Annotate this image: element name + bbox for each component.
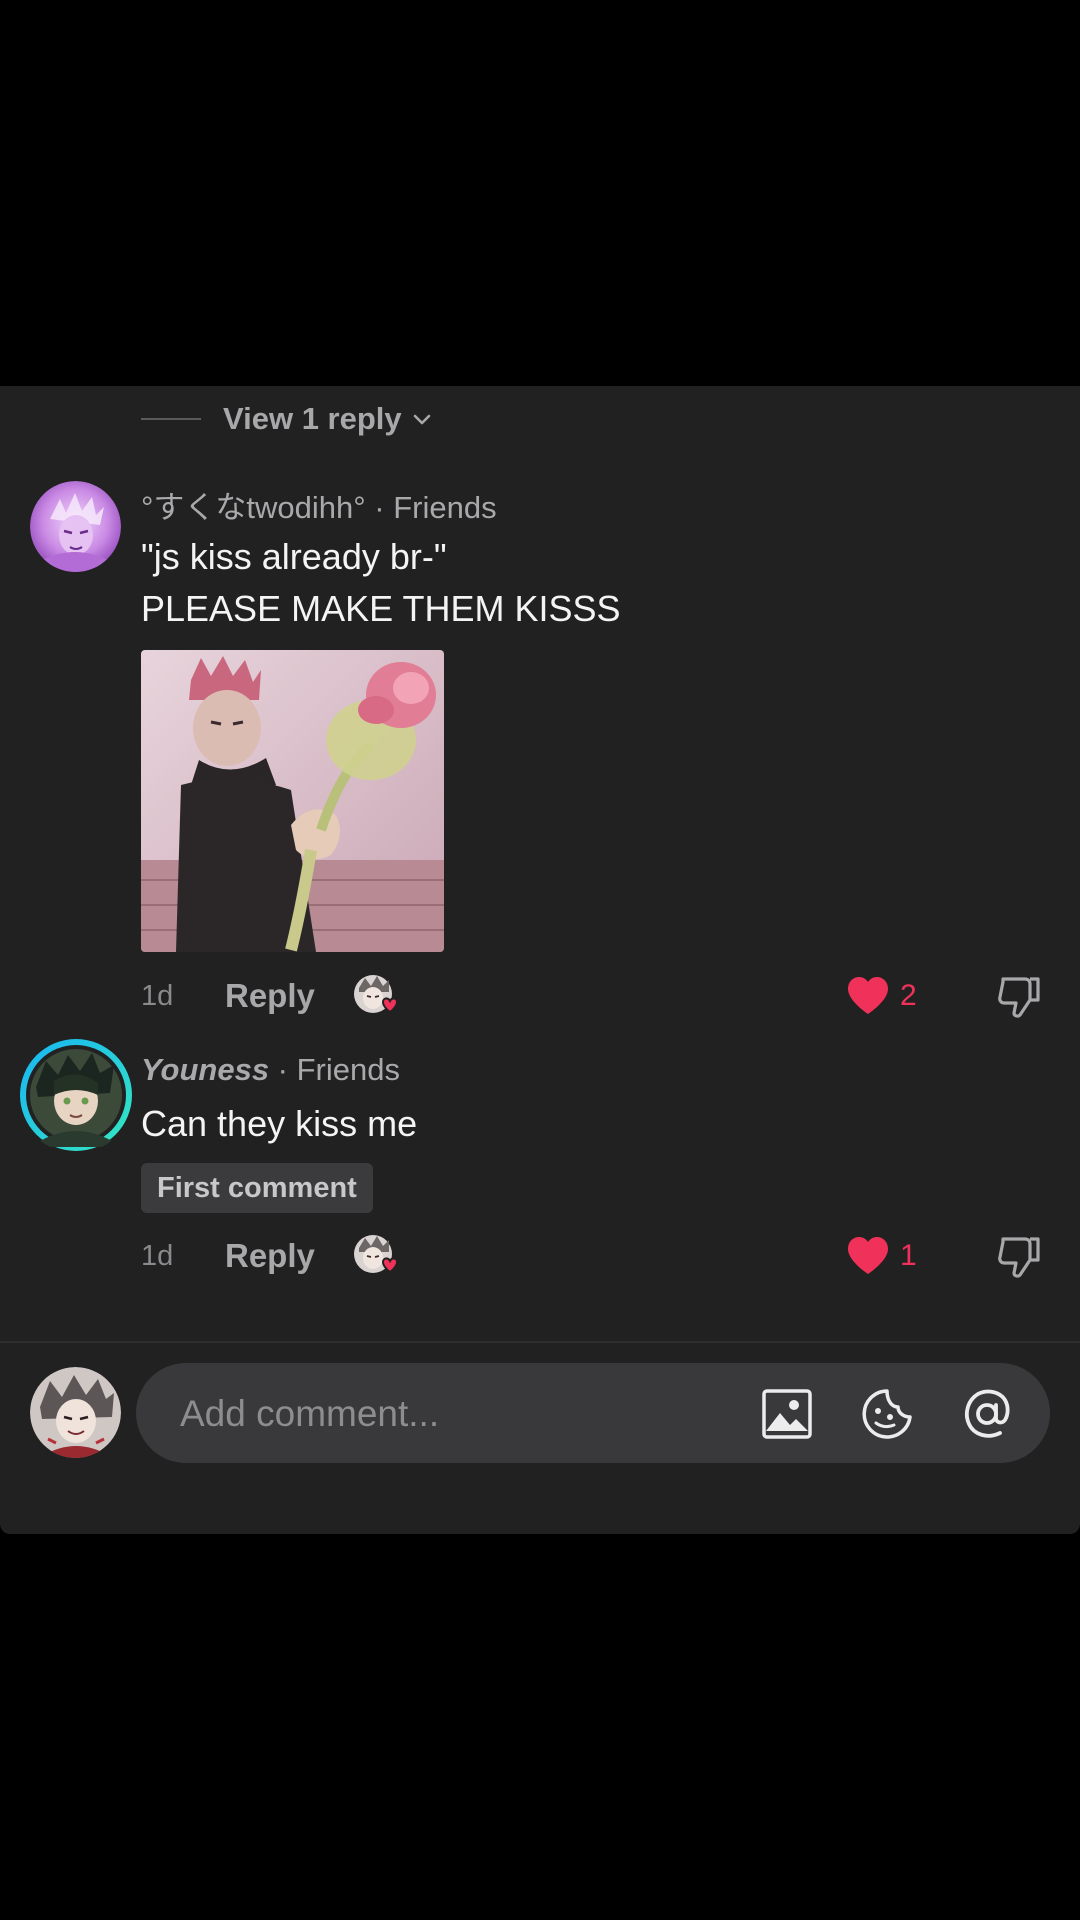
comment-username[interactable]: °すくなtwodihh° <box>141 490 366 525</box>
view-replies-button[interactable]: View 1 reply <box>141 398 434 440</box>
comment-text-line: Can they kiss me <box>141 1103 418 1144</box>
reply-button[interactable]: Reply <box>225 1237 315 1275</box>
user-avatar[interactable] <box>30 1367 121 1458</box>
view-replies-label: View 1 reply <box>223 401 402 436</box>
comment-image[interactable] <box>141 650 444 952</box>
like-button[interactable]: 1 <box>846 1231 917 1281</box>
heart-icon <box>848 977 888 1014</box>
comment-actions: 1d Reply <box>141 971 398 1021</box>
comment-timestamp: 1d <box>141 979 174 1012</box>
avatar[interactable] <box>30 481 121 572</box>
heart-icon <box>848 1237 888 1274</box>
comment-username-row[interactable]: Youness · Friends <box>141 1052 400 1088</box>
creator-liked-icon <box>353 1234 398 1278</box>
comment-relation: · Friends <box>269 1052 400 1087</box>
comment-composer[interactable] <box>136 1363 1050 1465</box>
comment-text-line: PLEASE MAKE THEM KISSS <box>141 588 621 629</box>
chevron-down-icon <box>413 414 430 425</box>
comment-actions: 1d Reply <box>141 1231 398 1281</box>
composer-divider <box>0 1341 1080 1343</box>
avatar[interactable] <box>18 1037 134 1153</box>
add-comment-input[interactable] <box>178 1363 702 1465</box>
thumbs-down-icon[interactable] <box>995 1233 1043 1281</box>
like-count: 1 <box>900 1239 917 1272</box>
emoji-sticker-icon[interactable] <box>860 1387 914 1441</box>
comment-timestamp: 1d <box>141 1239 174 1272</box>
first-comment-badge: First comment <box>141 1163 373 1213</box>
comment-text-line: "js kiss already br-" <box>141 536 447 577</box>
comment-username[interactable]: Youness <box>141 1052 269 1087</box>
creator-liked-icon <box>353 974 398 1018</box>
comment-relation: · Friends <box>365 490 497 525</box>
like-button[interactable]: 2 <box>846 971 917 1021</box>
image-icon[interactable] <box>760 1387 814 1441</box>
like-count: 2 <box>900 979 917 1012</box>
replies-indent-line <box>141 418 201 420</box>
thumbs-down-icon[interactable] <box>995 973 1043 1021</box>
reply-button[interactable]: Reply <box>225 977 315 1015</box>
comment-username-row[interactable]: °すくなtwodihh° · Friends <box>141 482 497 527</box>
at-mention-icon[interactable] <box>960 1387 1014 1441</box>
